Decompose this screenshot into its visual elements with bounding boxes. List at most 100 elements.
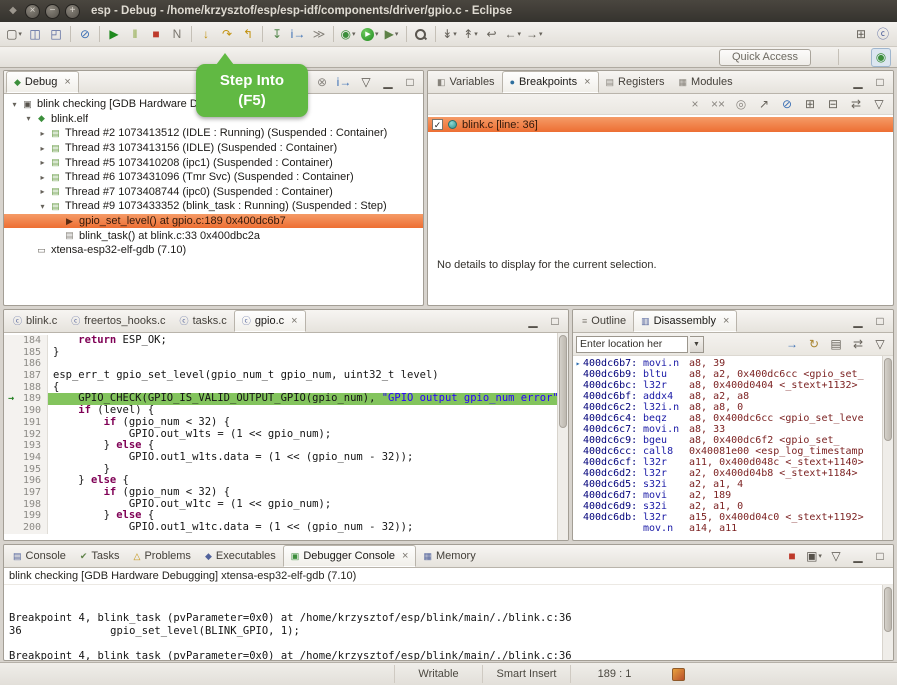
code-line[interactable]: 191 if (gpio_num < 32) { (4, 417, 568, 429)
suspend-button[interactable]: ‖ (125, 25, 145, 44)
debug-tree-item[interactable]: ▸▤Thread #3 1073413156 (IDLE) (Suspended… (4, 141, 423, 156)
view-menu-button[interactable]: ▽ (826, 548, 846, 564)
code-line[interactable]: 186 (4, 358, 568, 370)
tab-blink-c[interactable]: ⓒblink.c (6, 310, 64, 332)
code-line[interactable]: 184 return ESP_OK; (4, 335, 568, 347)
use-step-filters-button[interactable]: ≫ (309, 25, 329, 44)
tree-expander-icon[interactable]: ▸ (36, 144, 49, 153)
close-icon[interactable]: × (291, 315, 297, 327)
console-output[interactable]: Breakpoint 4, blink_task (pvParameter=0x… (4, 585, 893, 660)
disassembly-row[interactable]: 400dc6b9:bltua8, a2, 0x400dc6cc <gpio_se… (573, 369, 893, 380)
view-menu-button[interactable]: ▽ (870, 335, 890, 354)
display-selected-console-button[interactable]: ▣▾ (804, 548, 824, 564)
show-breakpoints-supported-button[interactable]: ◎ (731, 95, 751, 114)
code-line[interactable]: 199 } else { (4, 510, 568, 522)
tab-variables[interactable]: ◧Variables (430, 71, 502, 93)
disassembly-listing[interactable]: ▸400dc6b7:movi.na8, 39400dc6b9:bltua8, a… (573, 356, 893, 540)
tab-debugger-console[interactable]: ▣Debugger Console× (283, 545, 417, 567)
code-line[interactable]: 198 GPIO.out_w1tc = (1 << gpio_num); (4, 499, 568, 511)
tree-expander-icon[interactable]: ▸ (36, 187, 49, 196)
debug-tree-item[interactable]: ▶gpio_set_level() at gpio.c:189 0x400dc6… (4, 214, 423, 229)
disassembly-row[interactable]: 400dc6d5:s32ia2, a1, 4 (573, 479, 893, 490)
link-with-debug-button[interactable]: ⇄ (846, 95, 866, 114)
scrollbar-thumb[interactable] (559, 335, 567, 428)
minimize-button[interactable]: ▁ (848, 548, 868, 564)
instruction-stepping-button[interactable]: i→ (334, 74, 354, 90)
code-line[interactable]: 190 if (level) { (4, 405, 568, 417)
last-edit-location-button[interactable]: ↩ (482, 25, 502, 44)
c-cpp-perspective-button[interactable]: ⓒ (873, 25, 893, 44)
tree-expander-icon[interactable]: ▾ (8, 100, 21, 109)
scrollbar-thumb[interactable] (884, 358, 892, 441)
disconnect-button[interactable]: N (167, 25, 187, 44)
collapse-all-button[interactable]: ⊟ (823, 95, 843, 114)
tab-executables[interactable]: ◆Executables (198, 545, 283, 567)
tree-expander-icon[interactable]: ▸ (36, 158, 49, 167)
disassembly-row[interactable]: 400dc6cc:call80x40081e00 <esp_log_timest… (573, 446, 893, 457)
tab-outline[interactable]: ≡Outline (575, 310, 633, 332)
remove-all-terminated-button[interactable]: ⊗ (312, 74, 332, 90)
breakpoint-row[interactable]: ✓blink.c [line: 36] (428, 117, 893, 132)
search-button[interactable] (411, 25, 431, 44)
code-line[interactable]: 200 GPIO.out1_w1tc.data = (1 << (gpio_nu… (4, 522, 568, 534)
maximize-button[interactable]: □ (545, 313, 565, 329)
disassembly-row[interactable]: 400dc6bc:l32ra8, 0x400d0404 <_stext+1132… (573, 380, 893, 391)
show-source-button[interactable]: ▤ (826, 335, 846, 354)
disassembly-row[interactable]: 400dc6cf:l32ra11, 0x400d048c <_stext+114… (573, 457, 893, 468)
debug-tree-item[interactable]: ▭xtensa-esp32-elf-gdb (7.10) (4, 243, 423, 258)
expand-all-button[interactable]: ⊞ (800, 95, 820, 114)
scrollbar-thumb[interactable] (884, 587, 892, 632)
debug-tree-item[interactable]: ▸▤Thread #5 1073410208 (ipc1) (Suspended… (4, 155, 423, 170)
maximize-button[interactable]: □ (870, 548, 890, 564)
maximize-button[interactable]: □ (400, 74, 420, 90)
close-icon[interactable]: × (402, 550, 408, 562)
save-button[interactable]: ◫ (25, 25, 45, 44)
tab-console[interactable]: ▤Console (6, 545, 73, 567)
step-into-button[interactable]: ↓ (196, 25, 216, 44)
window-minimize-button[interactable]: − (45, 4, 60, 19)
tab-debug[interactable]: ◆Debug× (6, 71, 79, 93)
tab-disassembly[interactable]: ▥Disassembly× (633, 310, 737, 332)
disassembly-scrollbar[interactable] (882, 356, 893, 540)
skip-all-breakpoints-button[interactable]: ⊘ (777, 95, 797, 114)
tree-expander-icon[interactable]: ▾ (36, 202, 49, 211)
view-menu-button[interactable]: ▽ (869, 95, 889, 114)
disassembly-row[interactable]: 400dc6c9:bgeua8, 0x400dc6f2 <gpio_set_ (573, 435, 893, 446)
tab-breakpoints[interactable]: ●Breakpoints× (502, 71, 599, 93)
code-line[interactable]: 194 GPIO.out1_w1ts.data = (1 << (gpio_nu… (4, 452, 568, 464)
disassembly-row[interactable]: 400dc6d2:l32ra2, 0x400d04b8 <_stext+1184… (573, 468, 893, 479)
close-icon[interactable]: × (723, 315, 729, 327)
code-line[interactable]: 197 if (gpio_num < 32) { (4, 487, 568, 499)
breakpoint-checkbox[interactable]: ✓ (432, 119, 443, 130)
step-over-button[interactable]: ↷ (217, 25, 237, 44)
window-maximize-button[interactable]: + (65, 4, 80, 19)
tab-problems[interactable]: △Problems (127, 545, 198, 567)
code-line[interactable]: 188{ (4, 382, 568, 394)
minimize-button[interactable]: ▁ (378, 74, 398, 90)
view-menu-button[interactable]: ▽ (356, 74, 376, 90)
code-line[interactable]: 195 } (4, 464, 568, 476)
close-icon[interactable]: × (584, 76, 590, 88)
tree-expander-icon[interactable]: ▾ (22, 114, 35, 123)
debug-tree-item[interactable]: ▾▤Thread #9 1073433352 (blink_task : Run… (4, 199, 423, 214)
open-perspective-button[interactable]: ⊞ (851, 25, 871, 44)
next-annotation-button[interactable]: ↡▾ (440, 25, 460, 44)
code-editor[interactable]: 184 return ESP_OK;185}186187esp_err_t gp… (4, 333, 568, 540)
resume-button[interactable]: ▶ (104, 25, 124, 44)
code-line[interactable]: →189 GPIO_CHECK(GPIO_IS_VALID_OUTPUT_GPI… (4, 393, 568, 405)
close-icon[interactable]: × (64, 76, 70, 88)
navigate-to-pc-button[interactable]: → (782, 335, 802, 354)
disassembly-row[interactable]: 400dc6c4:beqza8, 0x400dc6cc <gpio_set_le… (573, 413, 893, 424)
tab-memory[interactable]: ▦Memory (416, 545, 482, 567)
skip-all-breakpoints-button[interactable]: ⊘ (75, 25, 95, 44)
debug-button[interactable]: ◉▾ (338, 25, 358, 44)
location-input[interactable] (576, 336, 688, 353)
editor-scrollbar[interactable] (557, 333, 568, 540)
remove-breakpoint-button[interactable]: × (685, 95, 705, 114)
window-close-button[interactable]: × (25, 4, 40, 19)
disassembly-row[interactable]: 400dc6d9:s32ia2, a1, 0 (573, 501, 893, 512)
disassembly-row[interactable]: 400dc6c7:movi.na8, 33 (573, 424, 893, 435)
tab-modules[interactable]: ▦Modules (672, 71, 740, 93)
quick-access-button[interactable]: Quick Access (719, 49, 811, 66)
go-to-file-button[interactable]: ↗ (754, 95, 774, 114)
